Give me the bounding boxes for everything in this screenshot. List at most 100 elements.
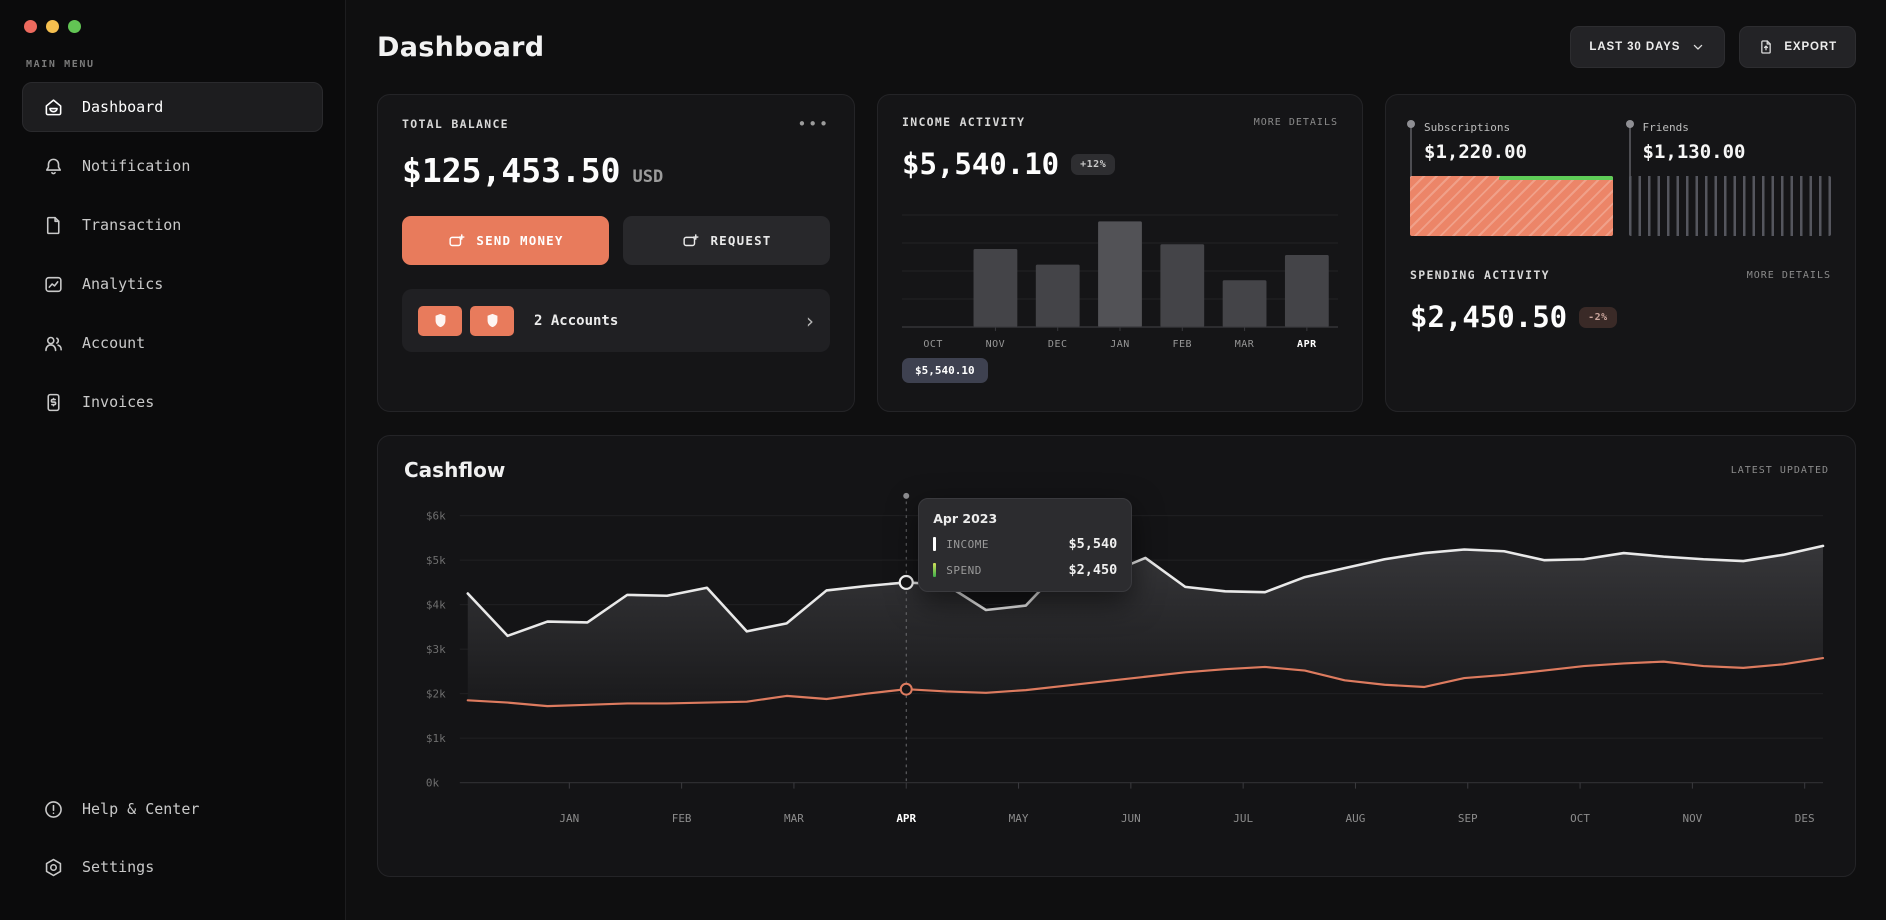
x-axis-label: FEB [672, 812, 692, 825]
marker-top-dot [903, 493, 909, 499]
friends-bar [1629, 176, 1832, 236]
date-range-dropdown[interactable]: LAST 30 DAYS [1570, 26, 1725, 68]
y-axis-label: $2k [426, 688, 446, 701]
income-activity-card: INCOME ACTIVITY MORE DETAILS $5,540.10 +… [877, 94, 1363, 412]
sidebar-item-label: Dashboard [82, 98, 163, 116]
tooltip-title: Apr 2023 [933, 511, 1117, 526]
sidebar-item-label: Settings [82, 858, 154, 876]
minimize-window-button[interactable] [46, 20, 59, 33]
send-money-button[interactable]: SEND MONEY [402, 216, 609, 265]
income-activity-label: INCOME ACTIVITY [902, 115, 1025, 129]
request-label: REQUEST [710, 233, 771, 248]
sidebar-item-notification[interactable]: Notification [22, 141, 323, 191]
x-axis-label: JUN [1121, 812, 1141, 825]
send-money-label: SEND MONEY [476, 233, 563, 248]
income-amount: $5,540.10 [902, 147, 1059, 181]
spending-amount-row: $2,450.50 -2% [1410, 300, 1831, 334]
y-axis-label: $6k [426, 510, 446, 523]
green-indicator [1499, 176, 1612, 180]
x-axis-label: AUG [1346, 812, 1366, 825]
income-change-badge: +12% [1071, 154, 1115, 175]
spend-tick-icon [933, 563, 936, 577]
x-axis-label: JAN [1089, 339, 1151, 350]
export-label: EXPORT [1784, 41, 1837, 53]
subscriptions-bar [1410, 176, 1613, 236]
y-axis-label: $4k [426, 599, 446, 612]
sidebar: MAIN MENU Dashboard Notification Transac… [0, 0, 346, 920]
spending-change-badge: -2% [1579, 307, 1617, 328]
sidebar-item-analytics[interactable]: Analytics [22, 259, 323, 309]
latest-updated-label: LATEST UPDATED [1731, 465, 1829, 476]
tooltip-spend-value: $2,450 [1068, 562, 1117, 578]
y-axis-label: $1k [426, 732, 446, 745]
friends-label: Friends [1629, 119, 1832, 134]
app-window: MAIN MENU Dashboard Notification Transac… [0, 0, 1886, 920]
balance-actions: SEND MONEY REQUEST [402, 216, 830, 265]
income-activity-header: INCOME ACTIVITY MORE DETAILS [902, 115, 1338, 129]
y-axis-label: 0k [426, 777, 440, 790]
sidebar-item-dashboard[interactable]: Dashboard [22, 82, 323, 132]
tooltip-income-value: $5,540 [1068, 536, 1117, 552]
income-bar [974, 249, 1018, 327]
tooltip-spend-row: SPEND $2,450 [933, 562, 1117, 578]
accounts-count-label: 2 Accounts [534, 313, 618, 329]
income-bar [1036, 265, 1080, 327]
income-bar [1223, 280, 1267, 327]
sidebar-item-settings[interactable]: Settings [22, 842, 323, 892]
y-axis-label: $3k [426, 643, 446, 656]
subscriptions-block[interactable]: Subscriptions $1,220.00 [1410, 119, 1613, 236]
invoice-icon [43, 392, 64, 413]
zoom-window-button[interactable] [68, 20, 81, 33]
spending-more-details-link[interactable]: MORE DETAILS [1747, 270, 1831, 281]
tooltip-income-row: INCOME $5,540 [933, 536, 1117, 552]
close-window-button[interactable] [24, 20, 37, 33]
export-button[interactable]: EXPORT [1739, 26, 1856, 68]
sidebar-item-transaction[interactable]: Transaction [22, 200, 323, 250]
x-axis-label: MAY [1009, 812, 1029, 825]
sidebar-footer: Help & Center Settings [22, 784, 323, 892]
sidebar-item-label: Account [82, 334, 145, 352]
cashflow-card: Cashflow LATEST UPDATED $6k$5k$4k$3k$2k$… [377, 435, 1856, 877]
wallet-send-icon [447, 232, 465, 250]
total-balance-amount: $125,453.50 [402, 151, 621, 190]
tooltip-spend-label: SPEND [946, 564, 1012, 577]
x-axis-label: FEB [1151, 339, 1213, 350]
analytics-icon [43, 274, 64, 295]
friends-block[interactable]: Friends $1,130.00 [1629, 119, 1832, 236]
spending-breakdown: Subscriptions $1,220.00 Friends $1,130.0… [1410, 119, 1831, 236]
sidebar-item-account[interactable]: Account [22, 318, 323, 368]
accounts-row[interactable]: 2 Accounts › [402, 289, 830, 352]
request-button[interactable]: REQUEST [623, 216, 830, 265]
sidebar-section-label: MAIN MENU [26, 59, 319, 70]
cashflow-tooltip: Apr 2023 INCOME $5,540 SPEND $2,450 [918, 498, 1132, 592]
x-axis-label: APR [896, 812, 916, 825]
income-bar [1285, 255, 1329, 327]
bank-card-thumbnail [470, 306, 514, 336]
total-balance-label: TOTAL BALANCE [402, 117, 509, 131]
x-axis-label: APR [1276, 339, 1338, 350]
x-axis-label: SEP [1458, 812, 1478, 825]
x-axis-label: NOV [964, 339, 1026, 350]
shield-icon [434, 313, 447, 328]
total-balance-currency: USD [633, 167, 664, 187]
income-more-details-link[interactable]: MORE DETAILS [1254, 117, 1338, 128]
sidebar-item-help-center[interactable]: Help & Center [22, 784, 323, 834]
sidebar-item-invoices[interactable]: Invoices [22, 377, 323, 427]
summary-cards-row: TOTAL BALANCE ••• $125,453.50 USD SEND M… [377, 94, 1856, 412]
wallet-request-icon [681, 232, 699, 250]
x-axis-label: MAR [784, 812, 804, 825]
sidebar-item-label: Analytics [82, 275, 163, 293]
shield-icon [486, 313, 499, 328]
bell-icon [43, 156, 64, 177]
gear-icon [43, 857, 64, 878]
page-title: Dashboard [377, 32, 544, 63]
home-icon [43, 97, 64, 118]
cashflow-area [468, 546, 1823, 706]
card-menu-ellipsis-icon[interactable]: ••• [797, 115, 830, 133]
topbar-actions: LAST 30 DAYS EXPORT [1570, 26, 1856, 68]
users-icon [43, 333, 64, 354]
cashflow-title: Cashflow [404, 458, 505, 482]
document-icon [43, 215, 64, 236]
subscriptions-label: Subscriptions [1410, 119, 1613, 134]
x-axis-label: JUL [1233, 812, 1253, 825]
